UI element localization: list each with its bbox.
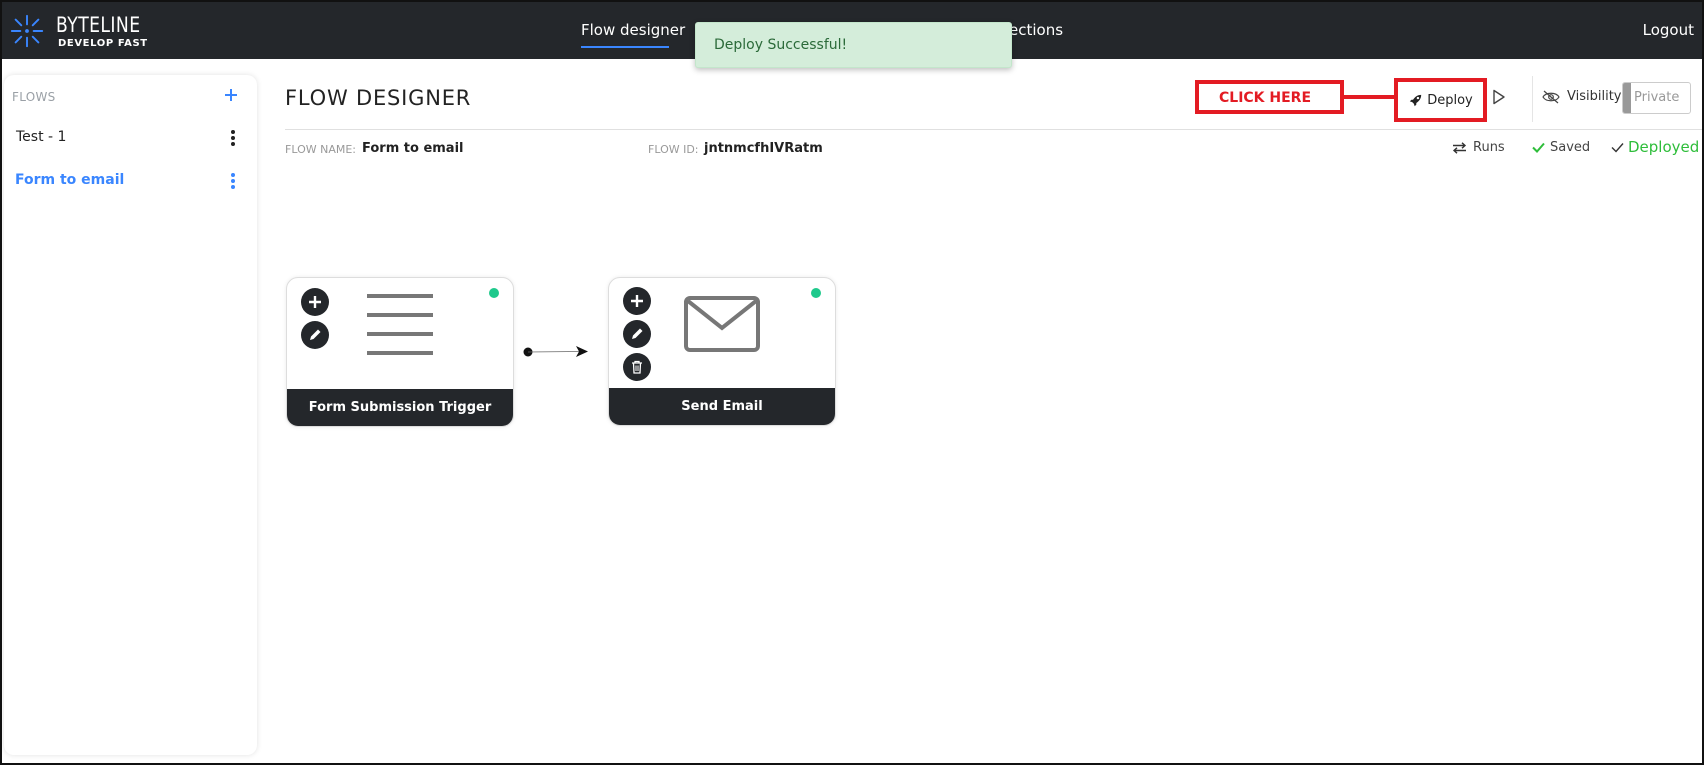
- active-nav-indicator: [581, 46, 669, 48]
- trash-icon: [632, 360, 642, 374]
- deploy-label: Deploy: [1427, 92, 1473, 108]
- pencil-icon: [632, 328, 643, 339]
- flows-heading: FLOWS: [12, 90, 56, 104]
- node-title: Send Email: [609, 388, 835, 425]
- add-node-button[interactable]: [301, 288, 329, 316]
- play-icon[interactable]: [1492, 89, 1506, 105]
- brand-name: BYTELINE: [56, 12, 141, 37]
- toast-message: Deploy Successful!: [714, 37, 848, 53]
- plus-icon: [631, 295, 643, 307]
- visibility-toggle[interactable]: Private: [1622, 82, 1691, 114]
- delete-node-button[interactable]: [623, 353, 651, 381]
- nav-flow-designer[interactable]: Flow designer: [581, 21, 685, 39]
- flow-name-value: Form to email: [362, 141, 464, 156]
- app-window: BYTELINE DEVELOP FAST Flow designer ecti…: [0, 0, 1704, 765]
- status-dot: [489, 288, 499, 298]
- nav-connections[interactable]: ections: [1009, 21, 1063, 39]
- brand-tagline: DEVELOP FAST: [58, 37, 148, 49]
- flow-name-label: FLOW NAME:: [285, 143, 356, 156]
- rocket-icon: [1410, 94, 1422, 106]
- sidebar-flow-item[interactable]: Test - 1: [16, 129, 66, 145]
- saved-status: Saved: [1532, 140, 1590, 155]
- flow-id-value: jntnmcfhIVRatm: [704, 141, 823, 156]
- annotation-connector: [1344, 95, 1397, 99]
- node-connector-arrow: [523, 346, 588, 357]
- visibility-label: Visibility: [1542, 89, 1621, 104]
- flow-node-trigger[interactable]: Form Submission Trigger: [286, 277, 514, 427]
- check-icon: [1611, 142, 1624, 153]
- deployed-status: Deployed: [1611, 138, 1699, 156]
- visibility-text: Visibility: [1567, 89, 1622, 104]
- logo[interactable]: BYTELINE DEVELOP FAST: [8, 10, 159, 52]
- runs-label: Runs: [1473, 140, 1505, 155]
- private-label: Private: [1634, 90, 1680, 105]
- node-title: Form Submission Trigger: [287, 389, 513, 426]
- check-icon: [1532, 142, 1545, 153]
- status-dot: [811, 288, 821, 298]
- logo-text: BYTELINE DEVELOP FAST: [56, 14, 159, 49]
- click-here-annotation: CLICK HERE: [1195, 80, 1344, 114]
- byteline-logo-icon: [10, 14, 44, 48]
- header-divider: [285, 129, 1702, 130]
- envelope-icon: [684, 296, 760, 352]
- kebab-menu-icon[interactable]: [230, 173, 236, 189]
- add-node-button[interactable]: [623, 287, 651, 315]
- deploy-button[interactable]: Deploy: [1402, 85, 1480, 115]
- flows-sidebar: FLOWS Test - 1 Form to email: [4, 75, 257, 755]
- flow-id-label: FLOW ID:: [648, 143, 699, 156]
- page-title: FLOW DESIGNER: [285, 86, 472, 110]
- edit-node-button[interactable]: [623, 320, 651, 348]
- success-toast: Deploy Successful!: [695, 22, 1012, 68]
- runs-button[interactable]: Runs: [1452, 140, 1505, 155]
- form-lines-icon: [367, 294, 433, 355]
- swap-arrows-icon: [1452, 141, 1467, 154]
- pencil-icon: [310, 329, 321, 340]
- plus-icon: [225, 89, 237, 101]
- plus-icon: [309, 296, 321, 308]
- divider: [1532, 76, 1533, 122]
- eye-slash-icon: [1542, 90, 1560, 103]
- deployed-label: Deployed: [1628, 138, 1700, 156]
- edit-node-button[interactable]: [301, 321, 329, 349]
- add-flow-button[interactable]: [224, 83, 238, 108]
- flow-node-send-email[interactable]: Send Email: [608, 277, 836, 426]
- logout-link[interactable]: Logout: [1643, 21, 1694, 39]
- saved-label: Saved: [1550, 140, 1591, 155]
- sidebar-flow-item-active[interactable]: Form to email: [15, 172, 124, 188]
- kebab-menu-icon[interactable]: [230, 130, 236, 146]
